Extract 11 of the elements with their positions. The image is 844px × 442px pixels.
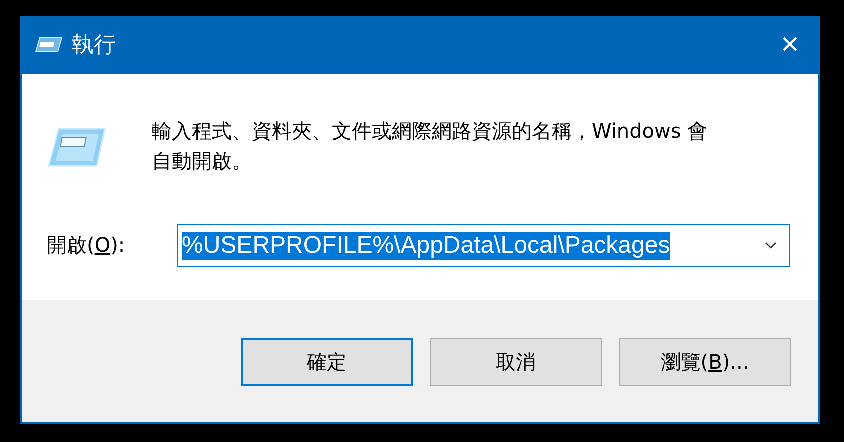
description-text: 輸入程式、資料夾、文件或網際網路資源的名稱，Windows 會自動開啟。 (152, 118, 709, 175)
run-app-icon (34, 36, 64, 54)
chevron-down-icon[interactable] (765, 242, 777, 250)
dialog-button[interactable]: 取消 (430, 338, 602, 386)
dialog-button[interactable]: 瀏覽(B)... (619, 338, 791, 386)
run-app-icon (47, 128, 107, 168)
window-title: 執行 (72, 32, 116, 60)
open-combo-field[interactable]: %USERPROFILE%\AppData\Local\Packages (177, 224, 790, 267)
open-label: 開啟(O): (47, 232, 126, 259)
dialog-button[interactable]: 確定 (241, 338, 413, 386)
close-button[interactable]: ✕ (760, 16, 820, 74)
